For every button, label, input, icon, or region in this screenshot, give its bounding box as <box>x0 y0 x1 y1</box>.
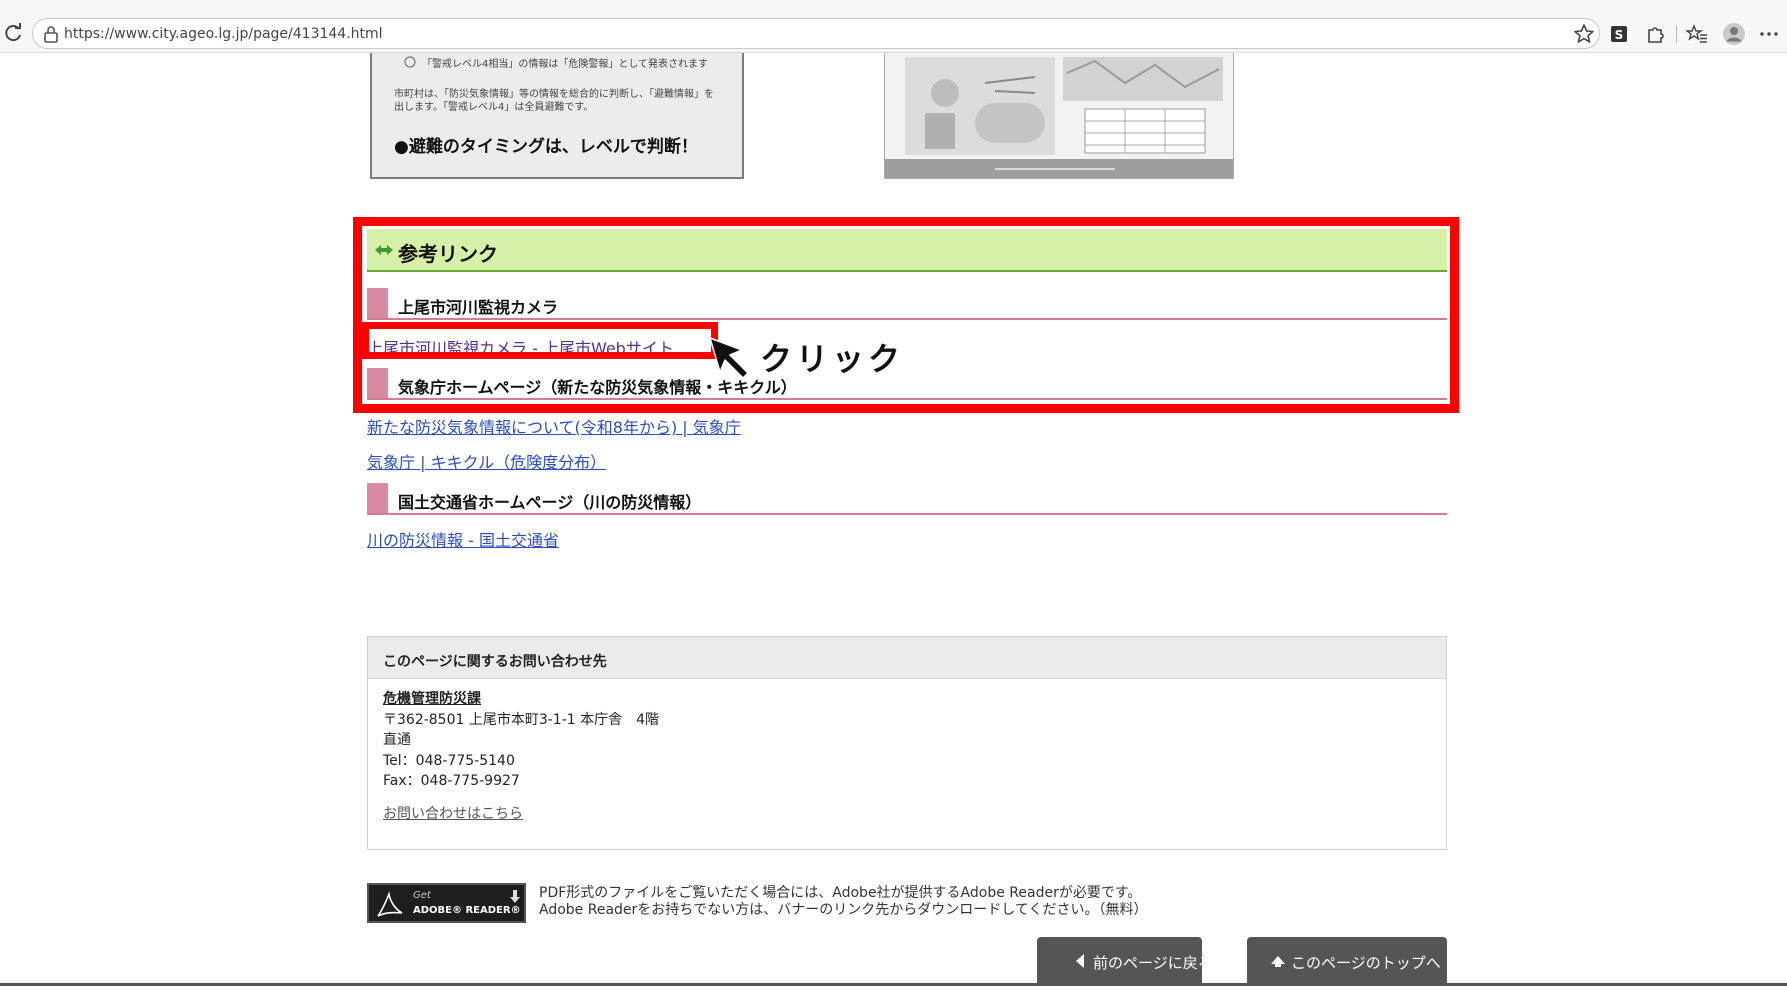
contact-direct: 直通 <box>383 732 411 748</box>
extensions-icon[interactable] <box>1644 23 1666 45</box>
more-icon[interactable] <box>1758 23 1780 45</box>
subheading-mlit: 国土交通省ホームページ（川の防災情報） <box>367 483 1447 515</box>
reload-icon[interactable] <box>2 22 24 44</box>
subheading-marker <box>367 288 388 318</box>
section-title: 参考リンク <box>398 242 498 266</box>
double-arrow-icon <box>375 245 393 255</box>
subheading-label: 国土交通省ホームページ（川の防災情報） <box>398 493 702 512</box>
click-annotation-label: クリック <box>760 340 905 378</box>
flyer-illustration <box>885 57 1233 178</box>
star-icon[interactable] <box>1572 22 1596 46</box>
page-top-button-label: このページのトップへ <box>1291 954 1441 972</box>
download-arrow-icon <box>510 890 520 903</box>
adobe-reader-banner[interactable]: Get ADOBE® READER® <box>367 883 526 923</box>
page-bottom-divider <box>0 983 1787 986</box>
flyer-text-line: 出します。「警戒レベル4」は全員避難です。 <box>394 102 594 113</box>
link-river-camera[interactable]: 上尾市河川監視カメラ - 上尾市Webサイト <box>367 335 674 359</box>
svg-text:S: S <box>1615 28 1624 42</box>
subheading-jma: 気象庁ホームページ（新たな防災気象情報・キキクル） <box>367 368 1447 400</box>
page-top-button[interactable]: このページのトップへ <box>1247 937 1447 985</box>
inquiry-link[interactable]: お問い合わせはこちら <box>383 804 1446 825</box>
arrow-left-icon <box>1076 954 1084 968</box>
evacuation-level-flyer-image: 「警戒レベル4相当」の情報は「危険警報」として発表されます 市町村は、「防災気象… <box>370 53 744 179</box>
megaphone-icon <box>404 56 416 68</box>
contact-body: 危機管理防災課 〒362-8501 上尾市本町3-1-1 本庁舎 4階 直通 T… <box>368 679 1446 824</box>
reference-links-header: 参考リンク <box>367 229 1447 272</box>
back-button-label: 前のページに戻る <box>1093 954 1213 972</box>
contact-address: 〒362-8501 上尾市本町3-1-1 本庁舎 4階 <box>383 711 660 728</box>
favorites-icon[interactable] <box>1686 23 1708 45</box>
subheading-river-camera: 上尾市河川監視カメラ <box>367 288 1447 320</box>
browser-toolbar: https://www.city.ageo.lg.jp/page/413144.… <box>0 0 1787 53</box>
adobe-get-text: Get <box>413 890 431 901</box>
subheading-marker <box>367 483 388 513</box>
back-button[interactable]: 前のページに戻る <box>1037 937 1213 985</box>
url-text[interactable]: https://www.city.ageo.lg.jp/page/413144.… <box>64 26 383 42</box>
adobe-notice-line: Adobe Readerをお持ちでない方は、バナーのリンク先からダウンロードして… <box>539 902 1148 918</box>
contact-heading: このページに関するお問い合わせ先 <box>368 637 1446 679</box>
contact-tel: Tel：048-775-5140 <box>383 752 515 769</box>
arrow-up-icon <box>1271 956 1285 967</box>
lock-icon[interactable] <box>43 25 59 43</box>
link-kikikuru[interactable]: 気象庁 | キキクル（危険度分布） <box>367 449 606 473</box>
toolbar-separator <box>1676 25 1677 43</box>
mouse-pointer-icon <box>709 337 749 379</box>
link-river-disaster-info[interactable]: 川の防災情報 - 国土交通省 <box>367 527 559 551</box>
contact-box: このページに関するお問い合わせ先 危機管理防災課 〒362-8501 上尾市本町… <box>367 636 1447 850</box>
adobe-logo-icon <box>377 891 403 917</box>
subheading-marker <box>367 368 388 398</box>
link-new-disaster-info[interactable]: 新たな防災気象情報について(令和8年から) | 気象庁 <box>367 414 741 438</box>
hazard-map-flyer-image <box>884 53 1234 179</box>
contact-fax: Fax：048-775-9927 <box>383 773 520 789</box>
flyer-headline: ●避難のタイミングは、レベルで判断！ <box>394 137 698 157</box>
s-extension-icon[interactable]: S <box>1608 23 1630 45</box>
adobe-notice: PDF形式のファイルをご覧いただく場合には、Adobe社が提供するAdobe R… <box>539 885 1147 919</box>
subheading-label: 上尾市河川監視カメラ <box>398 298 559 317</box>
adobe-reader-text: ADOBE® READER® <box>413 905 521 916</box>
adobe-notice-line: PDF形式のファイルをご覧いただく場合には、Adobe社が提供するAdobe R… <box>539 885 1142 901</box>
profile-icon[interactable] <box>1722 22 1746 46</box>
address-bar[interactable]: https://www.city.ageo.lg.jp/page/413144.… <box>32 18 1600 49</box>
flyer-text-line: 「警戒レベル4相当」の情報は「危険警報」として発表されます <box>422 59 709 70</box>
department-link[interactable]: 危機管理防災課 <box>383 689 1446 710</box>
